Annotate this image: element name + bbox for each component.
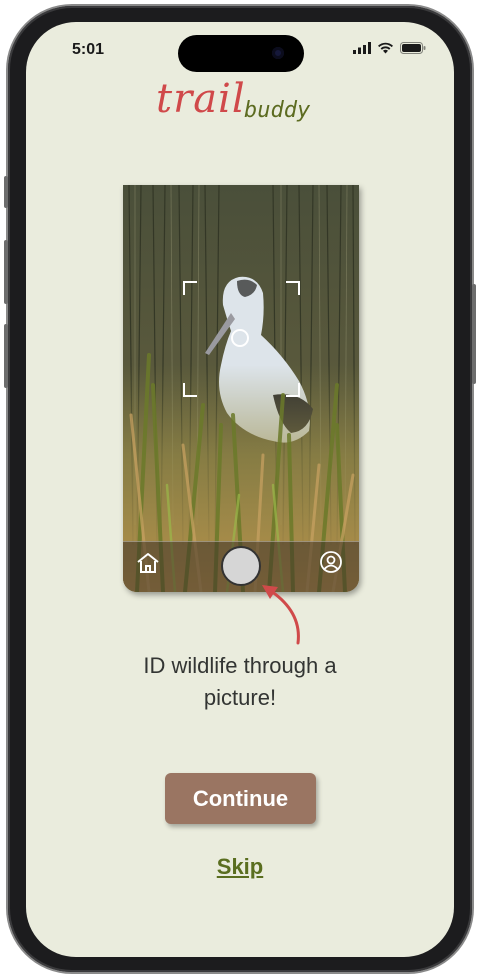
signal-icon [353,42,371,54]
battery-icon [400,42,426,54]
viewfinder-corner-bottom-right [286,383,300,397]
action-button [4,176,8,208]
trailbuddy-logo: trail buddy [156,76,326,132]
onboarding-caption: ID wildlife through a picture! [86,650,394,714]
camera-preview [123,185,359,592]
logo-buddy-text: buddy [244,98,311,123]
focus-target-icon [231,329,249,347]
volume-up-button [4,240,8,304]
camera-toolbar [123,541,359,592]
profile-icon[interactable] [319,550,343,574]
screen: 5:01 trail buddy ID wildlife through a p… [26,22,454,957]
skip-link[interactable]: Skip [26,854,454,880]
pointer-arrow-icon [262,585,300,645]
continue-button[interactable]: Continue [165,773,316,824]
home-icon[interactable] [135,551,161,575]
caption-line-2: picture! [203,685,277,710]
status-icons [353,42,426,54]
viewfinder-corner-top-right [286,281,300,295]
shutter-button[interactable] [221,546,261,586]
wifi-icon [378,42,393,54]
volume-down-button [4,324,8,388]
heron-photo [123,185,359,592]
caption-line-1: ID wildlife through a [143,653,337,678]
viewfinder-corner-top-left [183,281,197,295]
logo-trail-text: trail [156,76,246,122]
viewfinder-corner-bottom-left [183,383,197,397]
power-button [472,284,476,384]
front-camera-icon [272,47,284,59]
status-time: 5:01 [72,41,105,58]
dynamic-island [178,35,304,72]
